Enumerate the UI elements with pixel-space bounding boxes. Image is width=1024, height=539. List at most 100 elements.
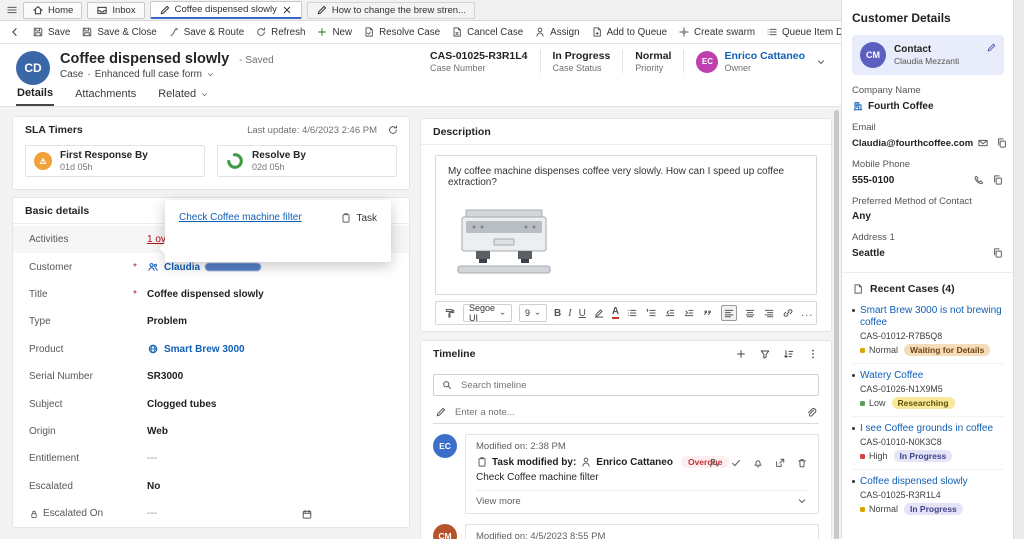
copy-icon[interactable] xyxy=(992,174,1004,186)
calendar-icon[interactable] xyxy=(301,508,313,520)
status-badge: Researching xyxy=(892,397,955,409)
case-link[interactable]: I see Coffee grounds in coffee xyxy=(860,423,993,435)
blockquote-icon[interactable] xyxy=(702,307,714,319)
delete-trash-icon[interactable] xyxy=(796,457,808,469)
increase-indent-icon[interactable] xyxy=(683,307,695,319)
cancel-case-button[interactable]: Cancel Case xyxy=(446,24,528,40)
contact-card[interactable]: CM Contact Claudia Mezzanti xyxy=(852,35,1004,75)
timeline-filter-icon[interactable] xyxy=(759,348,771,360)
insert-link-icon[interactable] xyxy=(782,307,794,319)
refresh-button[interactable]: Refresh xyxy=(250,24,310,40)
align-left-button[interactable] xyxy=(721,305,737,321)
description-editor[interactable]: My coffee machine dispenses coffee very … xyxy=(435,155,817,295)
phone-icon[interactable] xyxy=(973,174,985,186)
origin-value[interactable]: Web xyxy=(147,426,168,437)
timeline-search[interactable] xyxy=(433,374,819,396)
case-link[interactable]: Coffee dispensed slowly xyxy=(860,476,968,488)
vertical-scrollbar[interactable] xyxy=(834,110,839,539)
hamburger-menu-icon[interactable] xyxy=(6,4,18,16)
customer-link[interactable]: Claudia xyxy=(164,262,200,273)
overdue-task-link[interactable]: Check Coffee machine filter xyxy=(179,212,302,223)
preferred-method-value[interactable]: Any xyxy=(852,211,871,222)
assign-button[interactable]: Assign xyxy=(529,24,584,40)
tab-case-active[interactable]: Coffee dispensed slowly xyxy=(150,1,302,19)
underline-button[interactable]: U xyxy=(579,308,586,319)
cancel-case-label: Cancel Case xyxy=(467,27,523,38)
attach-paperclip-icon[interactable] xyxy=(805,406,817,418)
owner-name[interactable]: Enrico Cattaneo xyxy=(724,50,805,62)
timeline-expand-records-icon[interactable] xyxy=(783,348,795,360)
copy-icon[interactable] xyxy=(996,137,1008,149)
edit-contact-icon[interactable] xyxy=(986,42,997,53)
align-center-button[interactable] xyxy=(744,307,756,319)
case-link[interactable]: Watery Coffee xyxy=(860,370,923,382)
case-link[interactable]: Smart Brew 3000 is not brewing coffee xyxy=(860,305,1004,329)
font-color-button[interactable]: A xyxy=(612,307,619,319)
form-selector[interactable]: Enhanced full case form xyxy=(95,69,202,80)
header-expand-chevron-icon[interactable] xyxy=(815,56,827,68)
view-more[interactable]: View more xyxy=(476,490,808,507)
send-email-icon[interactable] xyxy=(977,137,989,149)
save-button[interactable]: Save xyxy=(27,24,75,40)
notification-bell-icon[interactable] xyxy=(752,457,764,469)
tab-kb-article[interactable]: How to change the brew stren... xyxy=(307,2,475,19)
escalated-value[interactable]: No xyxy=(147,481,160,492)
owner-stat[interactable]: EC Enrico Cattaneo Owner xyxy=(683,50,805,73)
save-and-route-button[interactable]: Save & Route xyxy=(163,24,249,40)
company-link[interactable]: Fourth Coffee xyxy=(868,101,934,112)
numbered-list-icon[interactable] xyxy=(645,307,657,319)
sla-resolve-by-card[interactable]: Resolve By 02d 05h xyxy=(217,145,397,177)
timeline-more-icon[interactable] xyxy=(807,348,819,360)
complete-check-icon[interactable] xyxy=(730,457,742,469)
chevron-down-icon[interactable] xyxy=(796,495,808,507)
sla-refresh-icon[interactable] xyxy=(387,124,399,136)
toolbar-overflow-button[interactable]: ... xyxy=(801,307,813,319)
back-button[interactable] xyxy=(4,24,26,40)
add-to-queue-button[interactable]: Add to Queue xyxy=(586,24,672,40)
bullet-list-icon[interactable] xyxy=(626,307,638,319)
new-button[interactable]: New xyxy=(311,24,357,40)
tab-inbox[interactable]: Inbox xyxy=(87,2,144,19)
save-and-close-button[interactable]: Save & Close xyxy=(76,24,161,40)
entitlement-value[interactable]: --- xyxy=(147,453,157,464)
timeline-search-input[interactable] xyxy=(459,379,811,392)
product-link[interactable]: Smart Brew 3000 xyxy=(164,344,245,355)
decrease-indent-icon[interactable] xyxy=(664,307,676,319)
close-icon[interactable] xyxy=(281,4,293,16)
chevron-down-icon[interactable] xyxy=(206,70,215,79)
highlight-icon[interactable] xyxy=(593,307,605,319)
copy-icon[interactable] xyxy=(992,247,1004,259)
format-painter-icon[interactable] xyxy=(444,307,456,319)
tab-home[interactable]: Home xyxy=(23,2,82,19)
contact-name[interactable]: Claudia Mezzanti xyxy=(894,56,959,66)
font-size-select[interactable]: 9 xyxy=(519,304,547,322)
font-family-select[interactable]: Segoe UI xyxy=(463,304,512,322)
bold-button[interactable]: B xyxy=(554,308,561,319)
create-swarm-button[interactable]: Create swarm xyxy=(673,24,760,40)
serial-number-value[interactable]: SR3000 xyxy=(147,371,183,382)
title-value[interactable]: Coffee dispensed slowly xyxy=(147,289,264,300)
tab-related[interactable]: Related xyxy=(157,83,210,106)
email-value[interactable]: Claudia@fourthcoffee.com xyxy=(852,138,973,149)
escalated-on-value[interactable]: --- xyxy=(147,508,157,519)
type-value[interactable]: Problem xyxy=(147,316,187,327)
mobile-phone-value[interactable]: 555-0100 xyxy=(852,175,894,186)
tab-attachments[interactable]: Attachments xyxy=(74,83,137,106)
entity-label: Case xyxy=(60,69,83,80)
timeline-add-icon[interactable] xyxy=(735,348,747,360)
assign-icon[interactable] xyxy=(708,457,720,469)
address-value[interactable]: Seattle xyxy=(852,248,885,259)
tab-details[interactable]: Details xyxy=(16,83,54,106)
subject-value[interactable]: Clogged tubes xyxy=(147,399,216,410)
sla-first-response-card[interactable]: First Response By 01d 05h xyxy=(25,145,205,177)
note-input[interactable] xyxy=(453,406,799,419)
timeline-note-row[interactable] xyxy=(433,401,819,424)
email-label: Email xyxy=(852,122,1004,133)
open-record-icon[interactable] xyxy=(774,457,786,469)
timeline-entry-card[interactable]: Modified on: 2:38 PM Task modified by: E… xyxy=(465,434,819,514)
new-label: New xyxy=(332,27,352,38)
align-right-button[interactable] xyxy=(763,307,775,319)
resolve-case-button[interactable]: Resolve Case xyxy=(358,24,445,40)
timeline-entry-card[interactable]: Modified on: 4/5/2023 8:55 PM Live chat … xyxy=(465,524,819,539)
italic-button[interactable]: I xyxy=(568,308,571,319)
